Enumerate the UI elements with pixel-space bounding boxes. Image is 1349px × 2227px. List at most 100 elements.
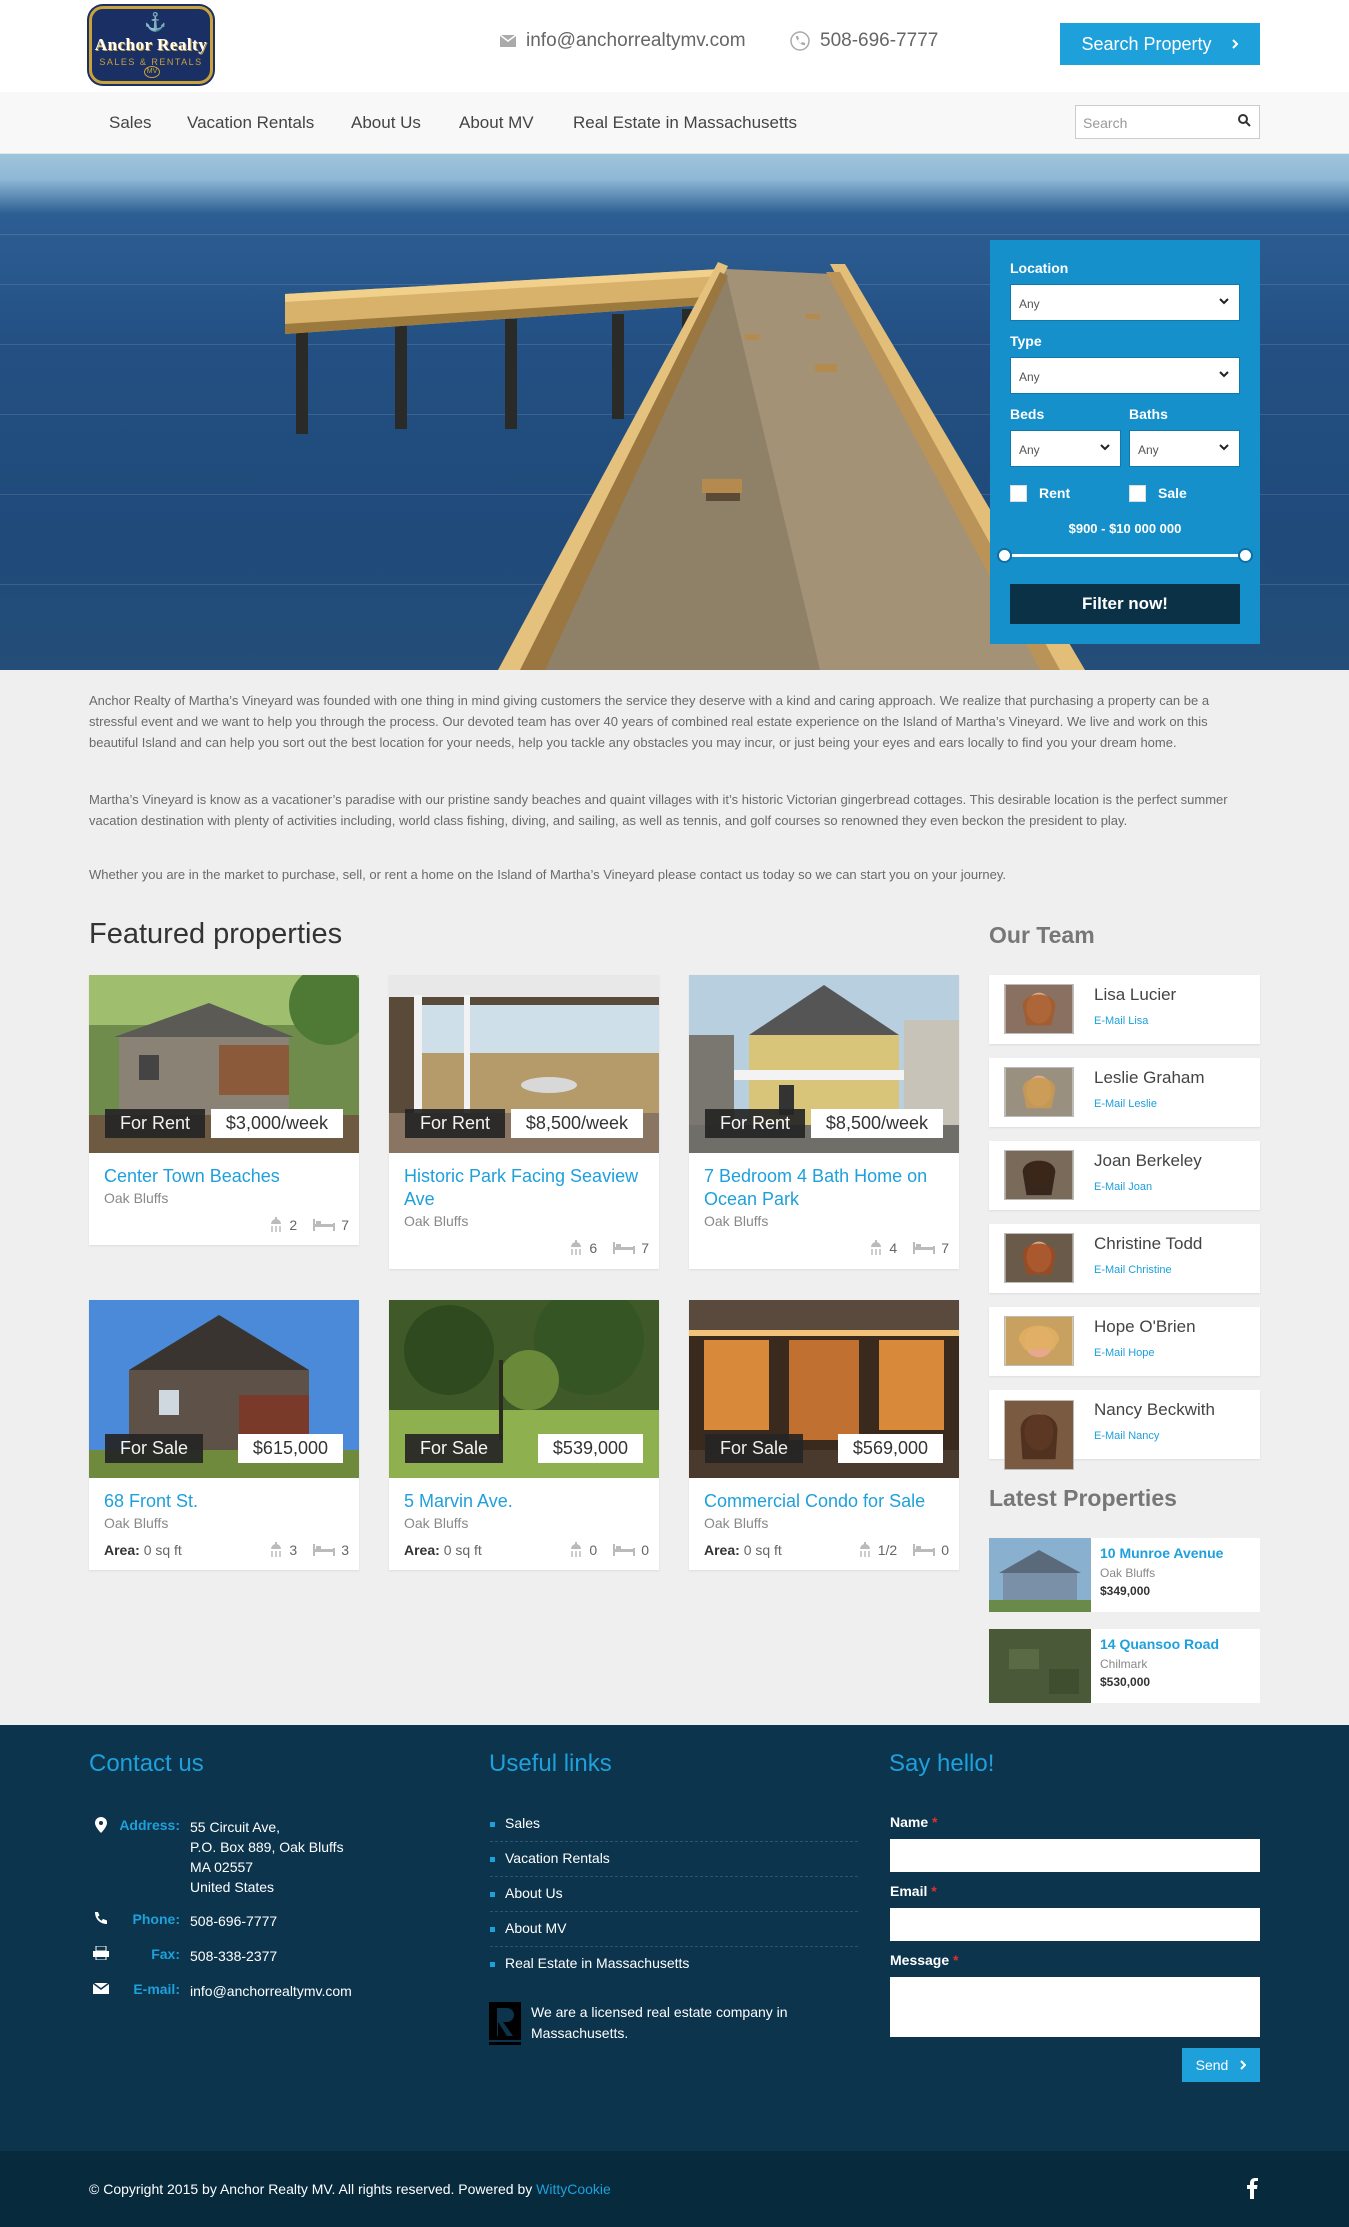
bed-icon bbox=[313, 1219, 336, 1231]
hero-banner: Location Any Type Any Beds Any Baths Any… bbox=[0, 154, 1349, 670]
chevron-down-icon bbox=[1219, 298, 1229, 305]
team-member-email-link[interactable]: E-Mail Christine bbox=[1094, 1264, 1172, 1276]
footer-link-real-estate[interactable]: Real Estate in Massachusetts bbox=[490, 1947, 858, 1982]
price-range-slider[interactable] bbox=[997, 548, 1253, 563]
nav-search-input[interactable]: Search bbox=[1075, 105, 1260, 139]
price-range-text: $900 - $10 000 000 bbox=[1068, 521, 1182, 536]
shower-icon bbox=[271, 1217, 282, 1232]
address-label: Address: bbox=[119, 1817, 180, 1833]
chevron-down-icon bbox=[1219, 371, 1229, 378]
location-select[interactable]: Any bbox=[1010, 284, 1240, 321]
team-member: Christine Todd E-Mail Christine bbox=[989, 1224, 1260, 1293]
property-title[interactable]: Commercial Condo for Sale bbox=[704, 1490, 944, 1513]
latest-properties-title: Latest Properties bbox=[989, 1485, 1177, 1511]
bed-icon bbox=[613, 1544, 636, 1556]
property-card[interactable]: For Rent $8,500/week Historic Park Facin… bbox=[389, 975, 659, 1269]
price-badge: $8,500/week bbox=[810, 1109, 943, 1138]
avatar bbox=[1004, 1233, 1074, 1283]
property-thumbnail[interactable] bbox=[989, 1629, 1091, 1703]
footer-link-about-us[interactable]: About Us bbox=[490, 1877, 858, 1912]
bed-icon bbox=[913, 1544, 936, 1556]
beds-label: Beds bbox=[1010, 406, 1045, 422]
team-member-email-link[interactable]: E-Mail Leslie bbox=[1094, 1098, 1157, 1110]
header-phone[interactable]: 508-696-7777 bbox=[790, 30, 938, 52]
shower-icon bbox=[271, 1542, 282, 1557]
property-card[interactable]: For Rent $3,000/week Center Town Beaches… bbox=[89, 975, 359, 1245]
footer-link-about-mv[interactable]: About MV bbox=[490, 1912, 858, 1947]
status-badge: For Rent bbox=[405, 1109, 506, 1138]
team-member-email-link[interactable]: E-Mail Nancy bbox=[1094, 1430, 1159, 1442]
property-card[interactable]: For Sale $615,000 68 Front St. Oak Bluff… bbox=[89, 1300, 359, 1570]
status-badge: For Sale bbox=[105, 1434, 204, 1463]
nav-item-about-mv[interactable]: About MV bbox=[459, 113, 534, 133]
baths-count: 6 bbox=[589, 1240, 598, 1256]
message-field[interactable] bbox=[890, 1977, 1260, 2037]
property-title[interactable]: 7 Bedroom 4 Bath Home on Ocean Park bbox=[704, 1165, 944, 1211]
nav-item-vacation-rentals[interactable]: Vacation Rentals bbox=[187, 113, 314, 133]
name-label-text: Name bbox=[890, 1814, 929, 1830]
property-title[interactable]: 68 Front St. bbox=[104, 1490, 344, 1513]
latest-property[interactable]: 14 Quansoo Road Chilmark $530,000 bbox=[989, 1629, 1260, 1703]
footer-link-vacation-rentals[interactable]: Vacation Rentals bbox=[490, 1842, 858, 1877]
email-field-label: Email * bbox=[890, 1883, 937, 1899]
team-member-name: Hope O'Brien bbox=[1094, 1317, 1196, 1336]
footer-link-sales[interactable]: Sales bbox=[490, 1807, 858, 1842]
beds-count: 7 bbox=[941, 1240, 949, 1256]
property-thumbnail[interactable] bbox=[989, 1538, 1091, 1612]
location-label: Location bbox=[1010, 260, 1069, 276]
beds-select[interactable]: Any bbox=[1010, 430, 1121, 467]
range-max-handle[interactable] bbox=[1238, 548, 1253, 563]
area-label: Area: bbox=[704, 1542, 740, 1558]
team-member-email-link[interactable]: E-Mail Hope bbox=[1094, 1347, 1155, 1359]
latest-property-title[interactable]: 14 Quansoo Road bbox=[1100, 1636, 1219, 1652]
bed-icon bbox=[913, 1242, 936, 1254]
range-min-handle[interactable] bbox=[997, 548, 1012, 563]
search-icon[interactable] bbox=[1238, 114, 1251, 127]
property-card[interactable]: For Sale $539,000 5 Marvin Ave. Oak Bluf… bbox=[389, 1300, 659, 1570]
property-area: Area: 0 sq ft bbox=[104, 1542, 182, 1558]
facebook-icon[interactable] bbox=[1247, 2178, 1258, 2199]
shower-icon bbox=[859, 1542, 870, 1557]
email-field[interactable] bbox=[890, 1908, 1260, 1941]
nav-item-real-estate-massachusetts[interactable]: Real Estate in Massachusetts bbox=[573, 113, 797, 133]
logo[interactable]: ⚓ Anchor Realty SALES & RENTALS MV bbox=[89, 6, 213, 84]
nav-item-sales[interactable]: Sales bbox=[109, 113, 152, 133]
property-title[interactable]: Historic Park Facing Seaview Ave bbox=[404, 1165, 644, 1211]
nav-search-placeholder: Search bbox=[1083, 115, 1128, 131]
chevron-right-icon bbox=[1231, 39, 1238, 49]
sale-checkbox[interactable] bbox=[1129, 485, 1146, 502]
team-member-email-link[interactable]: E-Mail Lisa bbox=[1094, 1015, 1148, 1027]
chevron-down-icon bbox=[1100, 444, 1110, 451]
rent-checkbox[interactable] bbox=[1010, 485, 1027, 502]
property-title[interactable]: Center Town Beaches bbox=[104, 1165, 344, 1188]
footer: Contact us Address: 55 Circuit Ave, P.O.… bbox=[0, 1725, 1349, 2151]
footer-email[interactable]: info@anchorrealtymv.com bbox=[190, 1981, 352, 2001]
footer-phone[interactable]: 508-696-7777 bbox=[190, 1911, 277, 1931]
latest-property-title[interactable]: 10 Munroe Avenue bbox=[1100, 1545, 1223, 1561]
team-member-email-link[interactable]: E-Mail Joan bbox=[1094, 1181, 1152, 1193]
useful-links-title: Useful links bbox=[489, 1750, 612, 1777]
status-badge: For Rent bbox=[705, 1109, 806, 1138]
baths-select[interactable]: Any bbox=[1129, 430, 1240, 467]
powered-by-link[interactable]: WittyCookie bbox=[536, 2181, 611, 2197]
team-member: Nancy Beckwith E-Mail Nancy bbox=[989, 1390, 1260, 1470]
baths-value: Any bbox=[1138, 443, 1159, 457]
property-location: Oak Bluffs bbox=[404, 1213, 469, 1229]
type-label: Type bbox=[1010, 333, 1042, 349]
beds-count: 3 bbox=[341, 1542, 349, 1558]
search-property-button[interactable]: Search Property bbox=[1060, 23, 1260, 65]
nav-item-about-us[interactable]: About Us bbox=[351, 113, 421, 133]
property-card[interactable]: For Sale $569,000 Commercial Condo for S… bbox=[689, 1300, 959, 1570]
filter-now-button[interactable]: Filter now! bbox=[1010, 584, 1240, 624]
send-button[interactable]: Send bbox=[1182, 2048, 1260, 2082]
team-member-name: Christine Todd bbox=[1094, 1234, 1203, 1253]
latest-property[interactable]: 10 Munroe Avenue Oak Bluffs $349,000 bbox=[989, 1538, 1260, 1612]
beds-count: 7 bbox=[341, 1217, 349, 1233]
type-select[interactable]: Any bbox=[1010, 357, 1240, 394]
header-email[interactable]: info@anchorrealtymv.com bbox=[500, 30, 746, 52]
baths-count: 4 bbox=[889, 1240, 898, 1256]
property-card[interactable]: For Rent $8,500/week 7 Bedroom 4 Bath Ho… bbox=[689, 975, 959, 1269]
property-title[interactable]: 5 Marvin Ave. bbox=[404, 1490, 644, 1513]
name-field[interactable] bbox=[890, 1839, 1260, 1872]
shower-icon bbox=[871, 1240, 882, 1255]
